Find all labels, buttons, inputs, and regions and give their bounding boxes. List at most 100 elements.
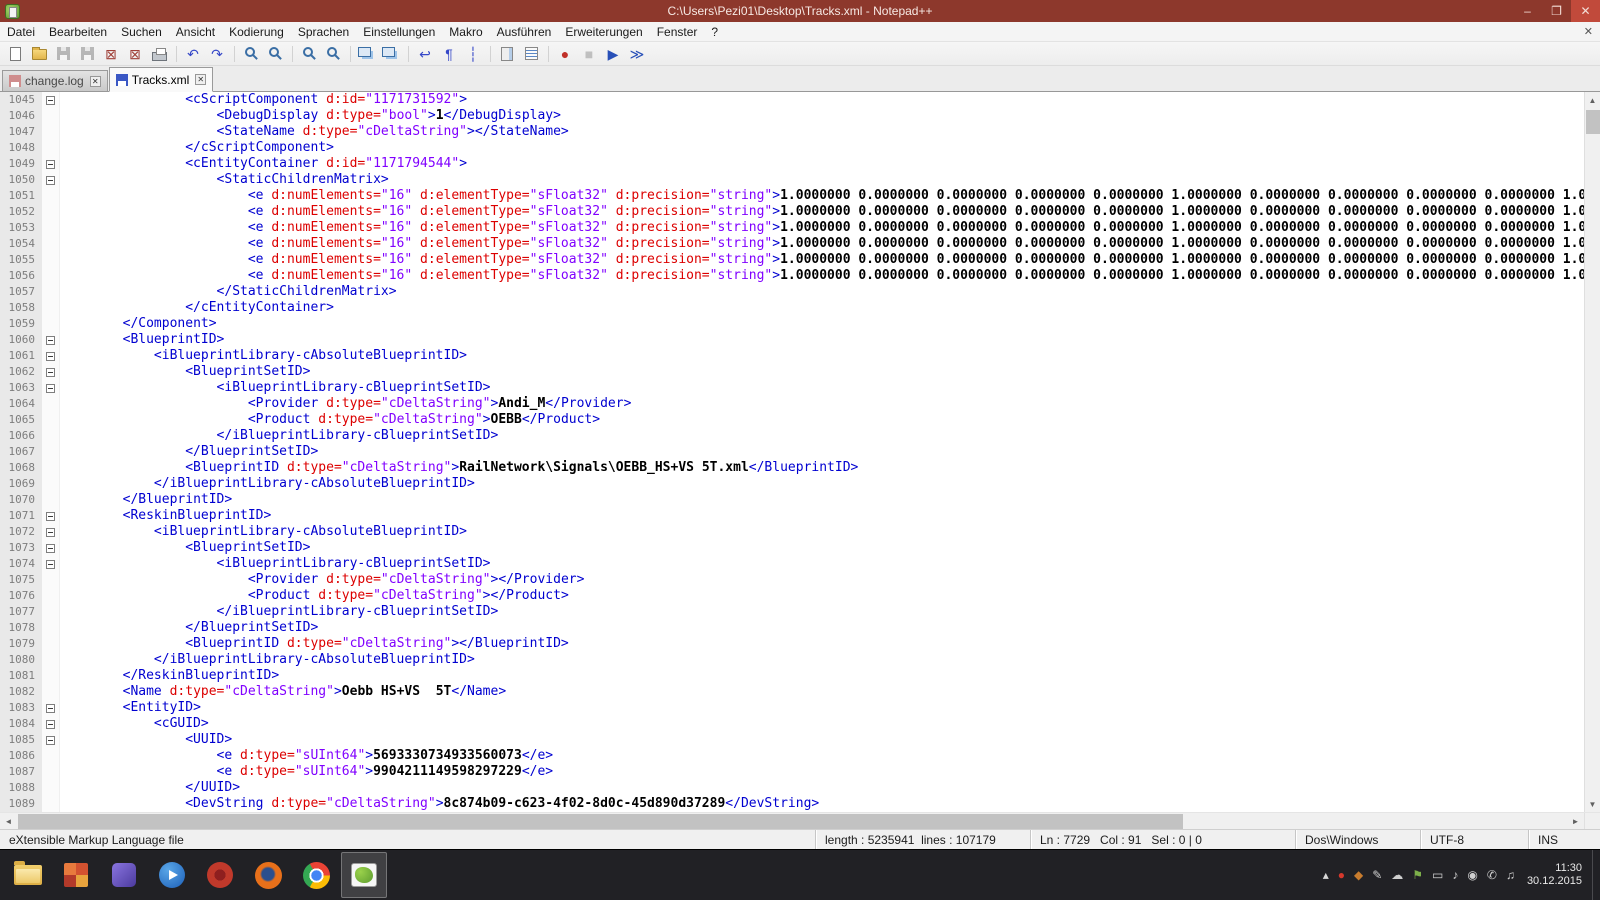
tab-tracks-xml[interactable]: Tracks.xml✕ [109, 67, 214, 92]
vertical-scroll-thumb[interactable] [1586, 110, 1600, 134]
tray-expand-icon[interactable]: ▴ [1323, 869, 1329, 881]
zoom-in-button[interactable] [298, 43, 320, 64]
code-text[interactable]: <e d:numElements="16" d:elementType="sFl… [60, 220, 1584, 236]
tray-pen-icon[interactable]: ✎ [1372, 869, 1382, 881]
code-text[interactable]: </iBlueprintLibrary-cAbsoluteBlueprintID… [60, 476, 1584, 492]
code-text[interactable]: </BlueprintSetID> [60, 444, 1584, 460]
indent-guide-button[interactable]: ┆ [462, 43, 484, 64]
code-text[interactable]: <iBlueprintLibrary-cBlueprintSetID> [60, 380, 1584, 396]
display-icon[interactable]: ▭ [1432, 869, 1443, 881]
avira-icon[interactable]: ● [1338, 869, 1345, 881]
statusbar-eol-format[interactable]: Dos\Windows [1295, 830, 1420, 849]
minimize-button[interactable]: – [1513, 0, 1542, 22]
tab-close-icon[interactable]: ✕ [195, 74, 206, 85]
redo-button[interactable]: ↷ [206, 43, 228, 64]
sync-vertical-button[interactable] [356, 43, 378, 64]
word-wrap-button[interactable]: ↩ [414, 43, 436, 64]
undo-button[interactable]: ↶ [182, 43, 204, 64]
sync-horizontal-button[interactable] [380, 43, 402, 64]
menu-item-ansicht[interactable]: Ansicht [169, 23, 222, 41]
code-text[interactable]: <ReskinBlueprintID> [60, 508, 1584, 524]
taskbar-notepad-plus-plus-button[interactable] [341, 852, 387, 898]
code-text[interactable]: <e d:numElements="16" d:elementType="sFl… [60, 204, 1584, 220]
taskbar-app-red-button[interactable] [197, 852, 243, 898]
code-text[interactable]: </iBlueprintLibrary-cAbsoluteBlueprintID… [60, 652, 1584, 668]
taskbar-app-purple-button[interactable] [101, 852, 147, 898]
print-button[interactable] [148, 43, 170, 64]
menu-item-kodierung[interactable]: Kodierung [222, 23, 291, 41]
statusbar-typing-mode[interactable]: INS [1528, 830, 1600, 849]
fold-collapse-icon[interactable] [46, 544, 55, 553]
fold-collapse-icon[interactable] [46, 176, 55, 185]
taskbar-chrome-button[interactable] [293, 852, 339, 898]
horizontal-scroll-thumb[interactable] [18, 814, 1183, 829]
security-flag-icon[interactable]: ⚑ [1412, 869, 1423, 881]
play-macro-button[interactable]: ▶ [602, 43, 624, 64]
fold-collapse-icon[interactable] [46, 352, 55, 361]
code-text[interactable]: <e d:numElements="16" d:elementType="sFl… [60, 236, 1584, 252]
new-file-button[interactable] [4, 43, 26, 64]
code-text[interactable]: </Component> [60, 316, 1584, 332]
zoom-out-button[interactable] [322, 43, 344, 64]
taskbar-app-tiles-button[interactable] [53, 852, 99, 898]
menu-item-fenster[interactable]: Fenster [650, 23, 705, 41]
code-text[interactable]: <StateName d:type="cDeltaString"></State… [60, 124, 1584, 140]
code-text[interactable]: <EntityID> [60, 700, 1584, 716]
code-text[interactable]: <StaticChildrenMatrix> [60, 172, 1584, 188]
fold-collapse-icon[interactable] [46, 528, 55, 537]
language-icon[interactable]: ◉ [1467, 869, 1477, 881]
menu-item-ausfhren[interactable]: Ausführen [490, 23, 559, 41]
code-text[interactable]: </BlueprintID> [60, 492, 1584, 508]
taskbar-clock[interactable]: 11:30 30.12.2015 [1527, 862, 1582, 888]
taskbar-media-player-button[interactable] [149, 852, 195, 898]
menu-item-datei[interactable]: Datei [0, 23, 42, 41]
code-text[interactable]: </iBlueprintLibrary-cBlueprintSetID> [60, 604, 1584, 620]
find-button[interactable] [240, 43, 262, 64]
onedrive-icon[interactable]: ☁ [1391, 869, 1403, 881]
fold-collapse-icon[interactable] [46, 96, 55, 105]
horizontal-scrollbar[interactable]: ◄ ► [0, 812, 1600, 829]
code-text[interactable]: <e d:type="sUInt64">9904211149598297229<… [60, 764, 1584, 780]
menu-item-suchen[interactable]: Suchen [114, 23, 169, 41]
close-file-button[interactable]: ⊠ [100, 43, 122, 64]
show-desktop-button[interactable] [1592, 850, 1600, 900]
fold-collapse-icon[interactable] [46, 560, 55, 569]
code-text[interactable]: </cEntityContainer> [60, 300, 1584, 316]
code-text[interactable]: <BlueprintSetID> [60, 540, 1584, 556]
tab-change-log[interactable]: change.log✕ [2, 70, 108, 91]
code-text[interactable]: <e d:numElements="16" d:elementType="sFl… [60, 188, 1584, 204]
code-text[interactable]: <BlueprintID d:type="cDeltaString">RailN… [60, 460, 1584, 476]
function-list-button[interactable] [520, 43, 542, 64]
save-file-button[interactable] [52, 43, 74, 64]
fold-collapse-icon[interactable] [46, 736, 55, 745]
record-macro-button[interactable]: ● [554, 43, 576, 64]
scroll-up-icon[interactable]: ▲ [1585, 92, 1600, 108]
sound-mixer-icon[interactable]: ♪ [1452, 869, 1458, 881]
menu-item-erweiterungen[interactable]: Erweiterungen [558, 23, 649, 41]
tab-close-icon[interactable]: ✕ [90, 76, 101, 87]
code-text[interactable]: <DevString d:type="cDeltaString">8c874b0… [60, 796, 1584, 812]
menu-item-makro[interactable]: Makro [442, 23, 489, 41]
replace-button[interactable] [264, 43, 286, 64]
fold-collapse-icon[interactable] [46, 720, 55, 729]
code-text[interactable]: <Name d:type="cDeltaString">Oebb HS+VS 5… [60, 684, 1584, 700]
scroll-right-icon[interactable]: ► [1567, 813, 1584, 829]
stop-macro-button[interactable]: ■ [578, 43, 600, 64]
code-text[interactable]: <e d:numElements="16" d:elementType="sFl… [60, 252, 1584, 268]
code-text[interactable]: </BlueprintSetID> [60, 620, 1584, 636]
code-text[interactable]: </cScriptComponent> [60, 140, 1584, 156]
fold-collapse-icon[interactable] [46, 368, 55, 377]
save-all-button[interactable] [76, 43, 98, 64]
code-text[interactable]: <iBlueprintLibrary-cAbsoluteBlueprintID> [60, 524, 1584, 540]
maximize-button[interactable]: ❐ [1542, 0, 1571, 22]
code-text[interactable]: </iBlueprintLibrary-cBlueprintSetID> [60, 428, 1584, 444]
code-text[interactable]: <UUID> [60, 732, 1584, 748]
volume-icon[interactable]: ♫ [1506, 869, 1515, 881]
menu-item-help[interactable]: ? [704, 23, 725, 41]
tray-orange-icon[interactable]: ◆ [1354, 869, 1363, 881]
fold-collapse-icon[interactable] [46, 384, 55, 393]
code-text[interactable]: <Product d:type="cDeltaString">OEBB</Pro… [60, 412, 1584, 428]
code-text[interactable]: <e d:type="sUInt64">5693330734933560073<… [60, 748, 1584, 764]
menu-item-sprachen[interactable]: Sprachen [291, 23, 356, 41]
fold-collapse-icon[interactable] [46, 512, 55, 521]
